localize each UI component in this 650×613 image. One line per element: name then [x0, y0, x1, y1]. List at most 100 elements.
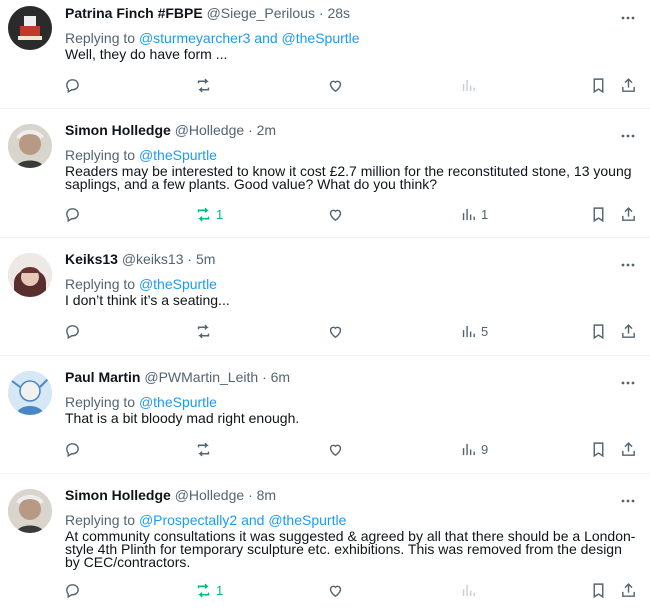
like-icon [329, 80, 342, 92]
retweet-icon [197, 207, 210, 221]
share-button[interactable] [620, 204, 637, 224]
timestamp[interactable]: 8m [257, 487, 276, 503]
retweet-icon [197, 442, 210, 456]
like-button[interactable] [327, 439, 344, 459]
retweet-icon [197, 583, 210, 597]
retweet-button[interactable] [195, 75, 216, 95]
bookmark-button[interactable] [590, 321, 607, 341]
more-icon[interactable] [620, 128, 636, 144]
share-icon [622, 582, 635, 597]
like-icon [329, 444, 342, 456]
reply-icon [66, 442, 79, 457]
replying-prefix: Replying to [65, 30, 136, 46]
timestamp[interactable]: 28s [327, 5, 350, 21]
replying-prefix: Replying to [65, 147, 136, 163]
display-name[interactable]: Simon Holledge [65, 487, 171, 503]
avatar[interactable] [8, 6, 52, 50]
avatar[interactable] [8, 489, 52, 533]
share-button[interactable] [620, 321, 637, 341]
like-button[interactable] [327, 321, 344, 341]
user-handle[interactable]: @Holledge [175, 487, 244, 503]
replying-to-link[interactable]: @sturmeyarcher3 and @theSpurtle [139, 30, 360, 46]
tweet-text: I don’t think it’s a seating... [65, 292, 230, 308]
views-button[interactable]: 5 [460, 321, 488, 341]
user-handle[interactable]: @keiks13 [122, 251, 184, 267]
replying-to-link[interactable]: @theSpurtle [139, 276, 217, 292]
bookmark-button[interactable] [590, 204, 607, 224]
timestamp[interactable]: 2m [257, 122, 276, 138]
reply-icon [66, 583, 79, 598]
user-handle[interactable]: @PWMartin_Leith [144, 369, 258, 385]
share-icon [622, 323, 635, 338]
share-icon [622, 206, 635, 221]
share-button[interactable] [620, 580, 637, 600]
more-icon[interactable] [620, 257, 636, 273]
display-name[interactable]: Simon Holledge [65, 122, 171, 138]
bookmark-icon [593, 582, 604, 598]
display-name[interactable]: Keiks13 [65, 251, 118, 267]
replying-to-link[interactable]: @Prospectally2 and @theSpurtle [139, 512, 346, 528]
like-icon [329, 326, 342, 338]
views-count: 1 [481, 206, 489, 222]
retweet-button[interactable]: 1 [195, 204, 223, 224]
more-icon[interactable] [620, 375, 636, 391]
reply-button[interactable] [64, 75, 81, 95]
replying-to-link[interactable]: @theSpurtle [139, 147, 217, 163]
avatar[interactable] [8, 253, 52, 297]
replying-to-link[interactable]: @theSpurtle [139, 394, 217, 410]
more-icon[interactable] [620, 493, 636, 509]
tweet[interactable]: Patrina Finch #FBPE @Siege_Perilous · 28… [0, 0, 650, 109]
reply-button[interactable] [64, 204, 81, 224]
separator-dot: · [248, 487, 253, 503]
timestamp[interactable]: 5m [196, 251, 215, 267]
replying-prefix: Replying to [65, 394, 136, 410]
tweet-text: Well, they do have form ... [65, 46, 228, 62]
retweet-button[interactable] [195, 321, 216, 341]
views-button[interactable]: 1 [460, 204, 488, 224]
views-icon [462, 325, 475, 337]
user-handle[interactable]: @Holledge [175, 122, 244, 138]
separator-dot: · [187, 251, 193, 267]
bookmark-button[interactable] [590, 439, 607, 459]
tweet[interactable]: Simon Holledge @Holledge · 2m Replying t… [0, 110, 650, 238]
avatar[interactable] [8, 371, 52, 415]
like-button[interactable] [327, 580, 344, 600]
views-button[interactable]: 9 [460, 439, 488, 459]
bookmark-button[interactable] [590, 580, 607, 600]
timestamp[interactable]: 6m [271, 369, 290, 385]
like-button[interactable] [327, 75, 344, 95]
tweet[interactable]: Simon Holledge @Holledge · 8m Replying t… [0, 475, 650, 613]
tweet[interactable]: Paul Martin @PWMartin_Leith · 6m Replyin… [0, 357, 650, 474]
views-button[interactable] [460, 580, 481, 600]
like-button[interactable] [327, 204, 344, 224]
like-icon [329, 209, 342, 221]
retweet-button[interactable]: 1 [195, 580, 223, 600]
share-icon [622, 441, 635, 456]
more-icon[interactable] [620, 10, 636, 26]
share-button[interactable] [620, 75, 637, 95]
views-button[interactable] [460, 75, 481, 95]
bookmark-icon [593, 323, 604, 339]
separator-dot: · [262, 369, 267, 385]
reply-icon [66, 324, 79, 339]
reply-button[interactable] [64, 439, 81, 459]
replying-prefix: Replying to [65, 512, 136, 528]
retweet-count: 1 [216, 206, 224, 222]
share-button[interactable] [620, 439, 637, 459]
like-icon [329, 585, 342, 597]
avatar[interactable] [8, 124, 52, 168]
reply-button[interactable] [64, 321, 81, 341]
tweet-text: Readers may be interested to know it cos… [65, 163, 632, 192]
retweet-icon [197, 324, 210, 338]
user-handle[interactable]: @Siege_Perilous [207, 5, 315, 21]
display-name[interactable]: Patrina Finch #FBPE [65, 5, 203, 21]
separator-dot: · [318, 5, 324, 21]
retweet-button[interactable] [195, 439, 216, 459]
reply-icon [66, 78, 79, 93]
share-icon [622, 77, 635, 92]
reply-button[interactable] [64, 580, 81, 600]
views-icon [462, 79, 475, 91]
tweet[interactable]: Keiks13 @keiks13 · 5m Replying to @theSp… [0, 239, 650, 356]
display-name[interactable]: Paul Martin [65, 369, 140, 385]
bookmark-button[interactable] [590, 75, 607, 95]
